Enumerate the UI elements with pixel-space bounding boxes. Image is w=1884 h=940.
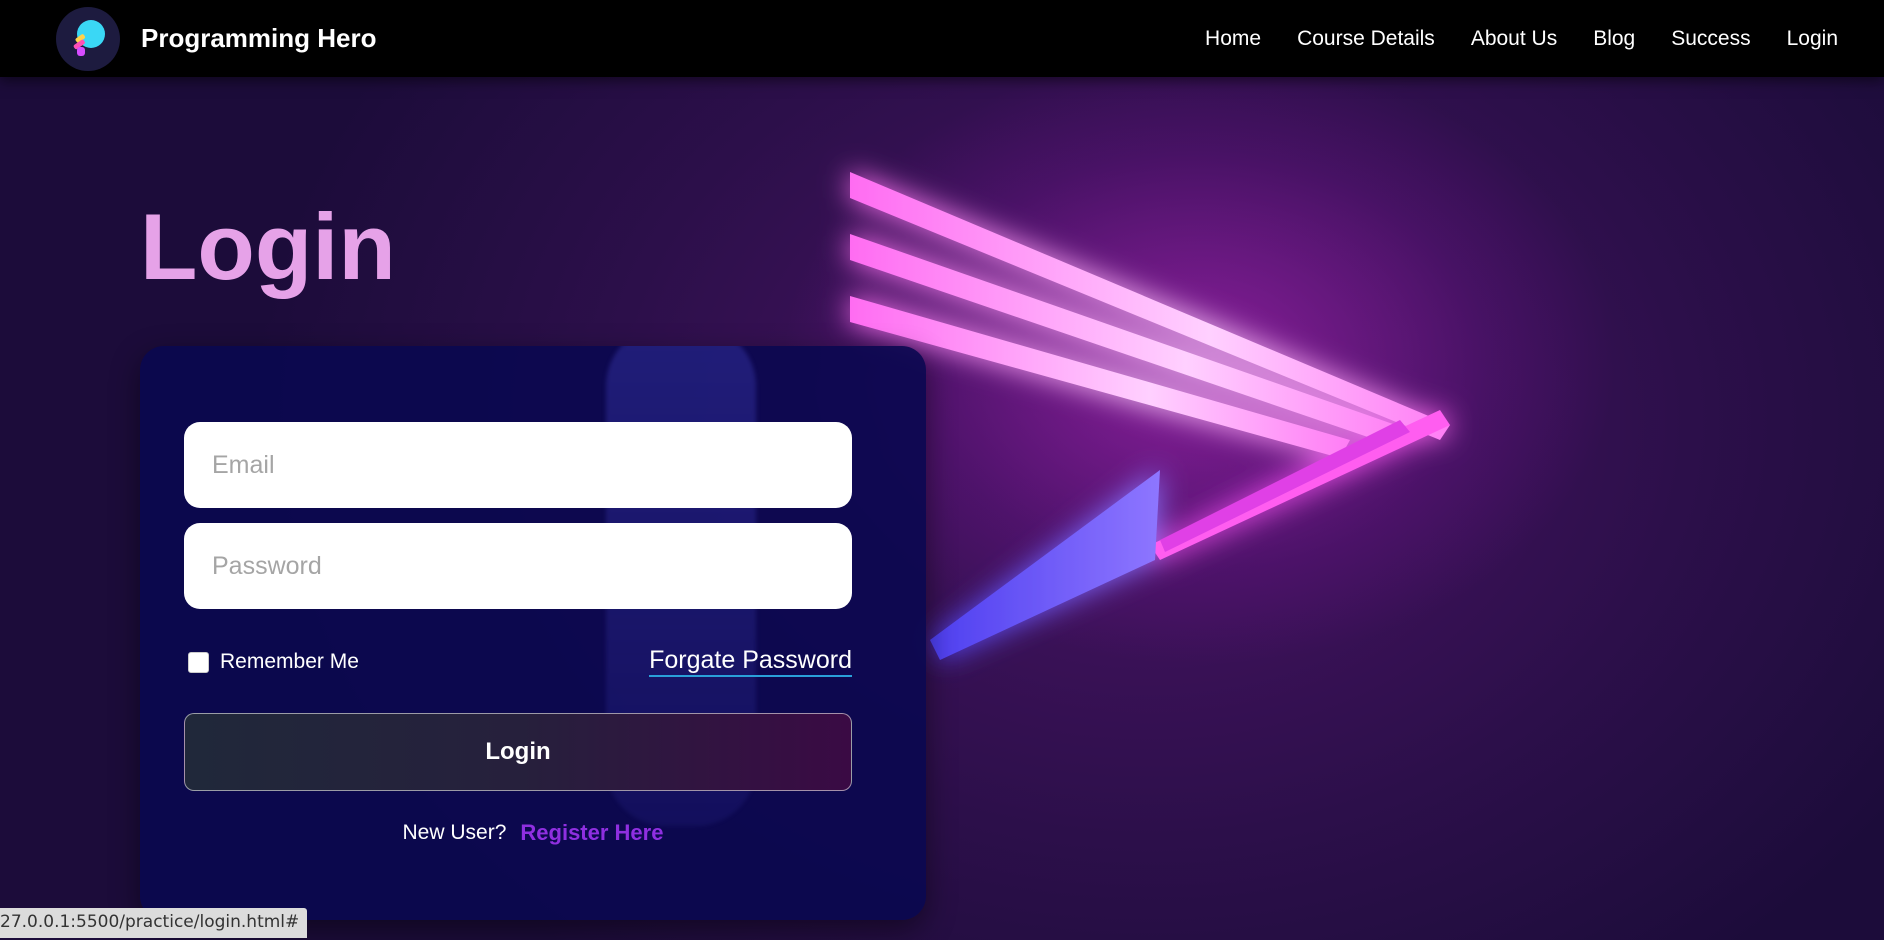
login-button[interactable]: Login (184, 713, 852, 791)
nav-link-home[interactable]: Home (1205, 27, 1261, 51)
top-navbar: Programming Hero Home Course Details Abo… (0, 0, 1884, 77)
nav-link-about-us[interactable]: About Us (1471, 27, 1557, 51)
nav-link-blog[interactable]: Blog (1593, 27, 1635, 51)
brand-name: Programming Hero (141, 23, 377, 53)
register-link[interactable]: Register Here (520, 820, 663, 846)
nav-links: Home Course Details About Us Blog Succes… (1205, 27, 1838, 51)
browser-status-bar: 27.0.0.1:5500/practice/login.html# (0, 908, 308, 938)
nav-link-success[interactable]: Success (1671, 27, 1750, 51)
password-field[interactable] (184, 523, 852, 609)
forgot-password-link[interactable]: Forgate Password (649, 647, 852, 677)
form-options: Remember Me Forgate Password (188, 642, 852, 682)
login-card: Remember Me Forgate Password Login New U… (140, 346, 926, 920)
nav-link-login[interactable]: Login (1787, 27, 1838, 51)
brand[interactable]: Programming Hero (56, 6, 377, 71)
page-title: Login (140, 194, 396, 299)
nav-link-course-details[interactable]: Course Details (1297, 27, 1435, 51)
new-user-text: New User? (402, 821, 507, 844)
remember-me-checkbox[interactable] (188, 651, 209, 673)
email-field[interactable] (184, 422, 852, 508)
remember-me-label: Remember Me (220, 650, 359, 673)
remember-me[interactable]: Remember Me (188, 650, 359, 674)
register-row: New User? Register Here (140, 820, 926, 846)
programming-hero-logo-icon (56, 6, 120, 71)
